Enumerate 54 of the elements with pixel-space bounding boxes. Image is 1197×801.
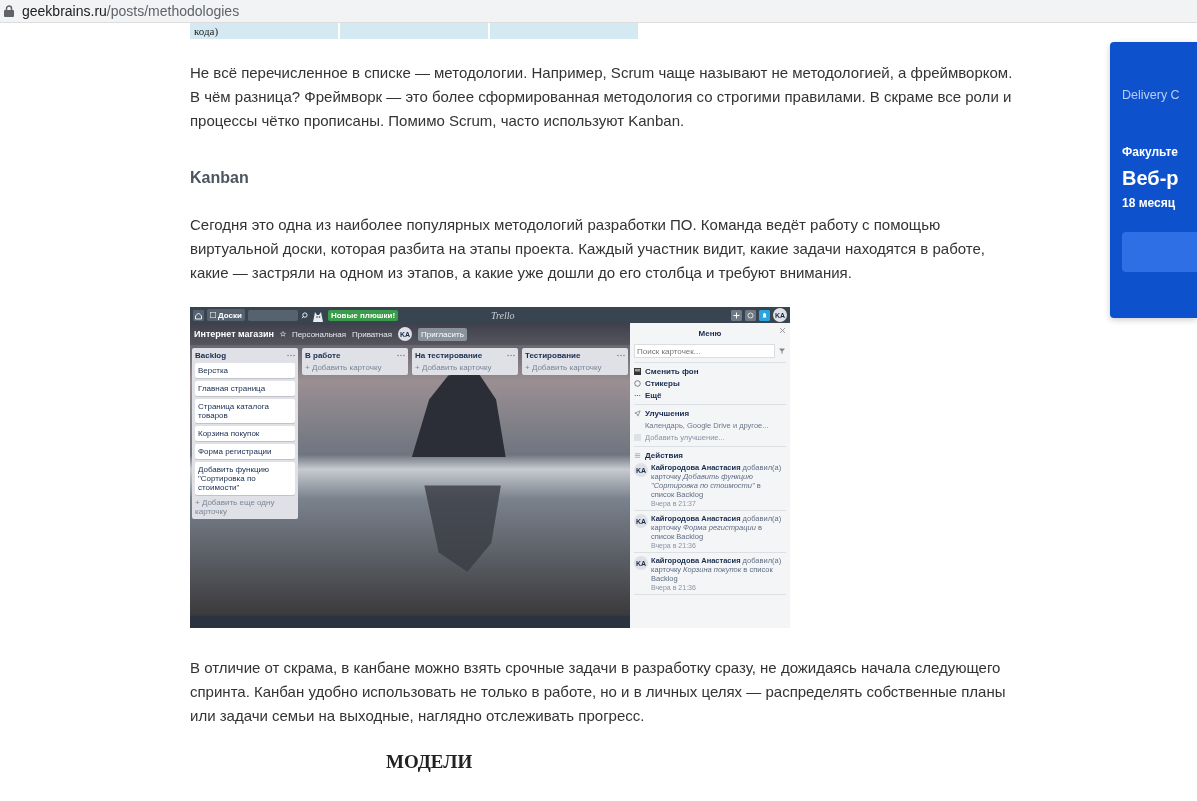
menu-item[interactable]: Стикеры [634,379,786,388]
paragraph: Не всё перечисленное в списке — методологии. Например, Scrum чаще называют не методологией, а фреймворком. В чём разница? Фреймворк — это более сформированная методология со строгими правилами. В скраме все роли и процессы чётко прописаны. Помимо Scrum, часто используют Kanban. [190,63,1014,131]
boards-button[interactable]: Доски [207,309,245,321]
figure-title: МОДЕЛИ [385,751,474,773]
image-icon [634,368,641,375]
paragraph: Сегодня это одна из наиболее популярных методологий разработки ПО. Команда ведёт работу с помощью виртуальной доски, которая разбита на этапы проекта. Каждый участник видит, какие задачи находятся в работе, какие — застряли на одном из этапов, а какие уже дошли до его столбца и требуют внимания. [190,215,986,283]
filter-icon[interactable] [778,347,786,355]
promo-title: Веб-р [1122,167,1180,190]
task-card[interactable]: Добавить функцию "Сортировка по стоимости" [195,462,295,495]
app-logo: Trello [491,309,515,321]
list-title: Тестирование [525,351,581,360]
list-title: В работе [305,351,341,360]
card-search-field[interactable]: Поиск карточек... [634,344,775,358]
board-icon [210,312,216,318]
more-icon[interactable] [617,354,625,357]
activity-heading: Действия [645,451,684,460]
menu-item[interactable]: Сменить фон [634,367,786,376]
promo-faculty: Факульте [1122,145,1179,159]
task-card[interactable]: Верстка [195,363,295,378]
paragraph: В отличие от скрама, в канбане можно взять срочные задачи в разработку сразу, не дожидаясь начала следующего спринта. Канбан удобно использовать не только в работе, но и в личных целях — распределять собственные планы или задачи семьи на выходные, наглядно отслеживать прогресс. [190,658,1007,726]
more-icon[interactable] [287,354,295,357]
list-icon [634,452,641,459]
promo-duration: 18 месяц [1122,196,1177,210]
home-icon [193,309,204,321]
visibility-label[interactable]: Приватная [352,329,392,339]
star-icon[interactable] [279,331,286,337]
url-field[interactable]: geekbrains.ru/posts/methodologies [22,3,240,19]
sticker-icon [634,380,641,387]
task-card[interactable]: Страница каталога товаров [195,399,295,423]
table-cell: кода) [190,23,340,39]
menu-title: Меню [698,329,722,338]
send-icon [634,410,641,417]
task-card[interactable]: Форма регистрации [195,444,295,459]
lock-icon [4,5,14,17]
plus-icon[interactable] [731,309,742,321]
menu-item[interactable]: Улучшения [634,409,786,418]
search-icon [300,311,308,319]
search-field[interactable] [247,309,298,321]
board-title[interactable]: Интернет магазин [194,329,274,339]
close-icon[interactable] [779,327,786,334]
more-icon[interactable] [507,354,515,357]
list-title: На тестирование [415,351,483,360]
menu-item[interactable]: Ещё [634,391,786,400]
more-icon [634,392,641,399]
team-label[interactable]: Персональная [291,329,346,339]
section-heading: Kanban [190,169,250,187]
list-title: Backlog [195,351,227,360]
task-card[interactable]: Корзина покупок [195,426,295,441]
promo-label: Delivery C [1122,88,1181,102]
news-badge[interactable]: Новые плюшки! [327,309,399,321]
bell-icon[interactable] [759,309,770,321]
task-card[interactable]: Главная страница [195,381,295,396]
info-icon[interactable] [745,309,756,321]
more-icon[interactable] [397,354,405,357]
